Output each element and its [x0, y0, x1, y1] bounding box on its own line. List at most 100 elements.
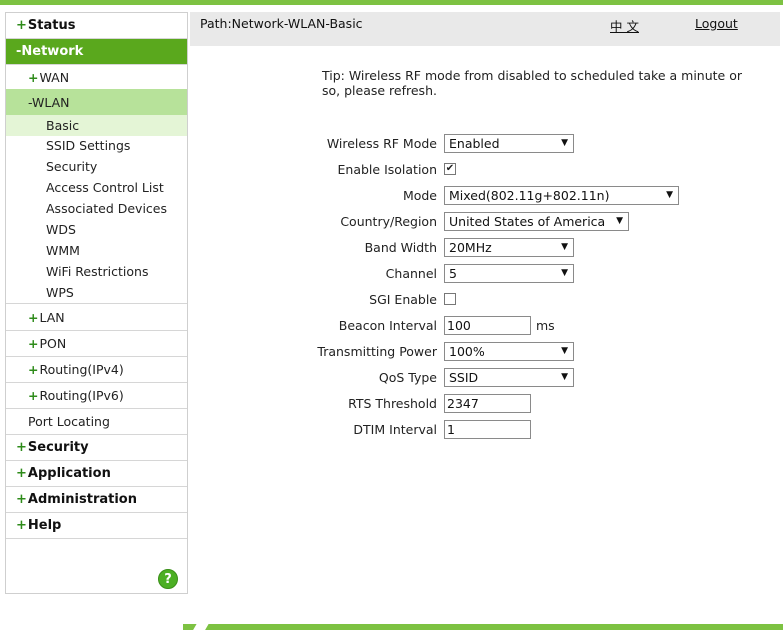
nav-security-label: Security	[27, 440, 89, 455]
rf-mode-value: Enabled	[449, 136, 500, 151]
nav-help-label: Help	[27, 518, 62, 533]
nav-wlan-associated-devices-label: Associated Devices	[46, 201, 167, 216]
bandwidth-label: Band Width	[364, 240, 437, 255]
plus-icon: +	[16, 492, 27, 507]
nav-wlan-wds-label: WDS	[46, 222, 76, 237]
plus-icon: +	[16, 466, 27, 481]
nav-wlan-acl[interactable]: Access Control List	[6, 177, 187, 198]
bandwidth-select[interactable]: 20MHz ▼	[444, 238, 574, 257]
nav-wlan-security-label: Security	[46, 159, 98, 174]
nav-help[interactable]: + Help	[6, 513, 187, 539]
triangle-down-icon: ▼	[616, 216, 623, 226]
beacon-input[interactable]: 100	[444, 316, 531, 335]
nav-wlan-security[interactable]: Security	[6, 156, 187, 177]
tip-text: Tip: Wireless RF mode from disabled to s…	[322, 68, 742, 98]
triangle-down-icon: ▼	[561, 268, 568, 278]
bottom-accent-bar	[183, 624, 783, 630]
nav-wlan-wmm[interactable]: WMM	[6, 240, 187, 261]
nav-wlan-wds[interactable]: WDS	[6, 219, 187, 240]
plus-icon: +	[28, 336, 39, 351]
beacon-unit: ms	[536, 318, 555, 333]
country-select[interactable]: United States of America ▼	[444, 212, 629, 231]
nav-wlan-ssid-settings-label: SSID Settings	[46, 138, 131, 153]
nav-wlan-ssid-settings[interactable]: SSID Settings	[6, 135, 187, 156]
triangle-down-icon: ▼	[561, 242, 568, 252]
tx-power-value: 100%	[449, 344, 485, 359]
nav-routing-ipv4-label: Routing(IPv4)	[39, 362, 124, 377]
logout-link[interactable]: Logout	[695, 16, 738, 31]
isolation-checkbox[interactable]: ✔	[444, 163, 456, 175]
mode-label: Mode	[402, 188, 437, 203]
nav-routing-ipv4[interactable]: + Routing(IPv4)	[6, 357, 187, 383]
nav-wlan-wifi-restrictions[interactable]: WiFi Restrictions	[6, 261, 187, 282]
nav-wlan-basic[interactable]: Basic	[6, 115, 187, 136]
qos-value: SSID	[449, 370, 479, 385]
nav-wlan-acl-label: Access Control List	[46, 180, 164, 195]
help-circle-icon[interactable]: ?	[158, 569, 178, 589]
nav-security[interactable]: + Security	[6, 435, 187, 461]
nav-pon-label: PON	[39, 336, 67, 351]
mode-select[interactable]: Mixed(802.11g+802.11n) ▼	[444, 186, 679, 205]
plus-icon: +	[16, 518, 27, 533]
qos-select[interactable]: SSID ▼	[444, 368, 574, 387]
rf-mode-label: Wireless RF Mode	[326, 136, 437, 151]
top-accent-bar	[0, 0, 783, 5]
language-link[interactable]: 中 文	[610, 16, 639, 35]
mode-value: Mixed(802.11g+802.11n)	[449, 188, 610, 203]
nav-application[interactable]: + Application	[6, 461, 187, 487]
sgi-checkbox[interactable]	[444, 293, 456, 305]
nav-pon[interactable]: + PON	[6, 331, 187, 357]
country-value: United States of America	[449, 214, 606, 229]
nav-wlan-basic-label: Basic	[46, 118, 80, 133]
triangle-down-icon: ▼	[666, 190, 673, 200]
nav-wlan-wps[interactable]: WPS	[6, 282, 187, 304]
nav-wlan-wps-label: WPS	[46, 285, 74, 300]
plus-icon: +	[28, 70, 39, 85]
nav-network-label: -Network	[16, 44, 84, 59]
nav-port-locating-label: Port Locating	[28, 414, 110, 429]
isolation-label: Enable Isolation	[337, 162, 437, 177]
channel-value: 5	[449, 266, 457, 281]
breadcrumb: Path:Network-WLAN-Basic	[200, 16, 363, 31]
rts-input[interactable]: 2347	[444, 394, 531, 413]
sgi-label: SGI Enable	[369, 292, 437, 307]
nav-wlan-wmm-label: WMM	[46, 243, 80, 258]
plus-icon: +	[28, 362, 39, 377]
beacon-label: Beacon Interval	[338, 318, 437, 333]
nav-wlan-associated-devices[interactable]: Associated Devices	[6, 198, 187, 219]
bandwidth-value: 20MHz	[449, 240, 492, 255]
dtim-label: DTIM Interval	[353, 422, 437, 437]
plus-icon: +	[28, 388, 39, 403]
nav-administration[interactable]: + Administration	[6, 487, 187, 513]
dtim-input[interactable]: 1	[444, 420, 531, 439]
nav-wlan-wifi-restrictions-label: WiFi Restrictions	[46, 264, 149, 279]
plus-icon: +	[16, 440, 27, 455]
nav-lan[interactable]: + LAN	[6, 305, 187, 331]
triangle-down-icon: ▼	[561, 346, 568, 356]
nav-administration-label: Administration	[27, 492, 137, 507]
nav-wlan[interactable]: -WLAN	[6, 89, 187, 115]
sidebar: + Status -Network + WAN -WLAN Basic SSID S…	[5, 12, 188, 594]
nav-status[interactable]: + Status	[6, 13, 187, 39]
qos-label: QoS Type	[378, 370, 437, 385]
channel-select[interactable]: 5 ▼	[444, 264, 574, 283]
country-label: Country/Region	[340, 214, 437, 229]
nav-routing-ipv6[interactable]: + Routing(IPv6)	[6, 383, 187, 409]
rts-label: RTS Threshold	[348, 396, 437, 411]
channel-label: Channel	[385, 266, 437, 281]
tx-power-select[interactable]: 100% ▼	[444, 342, 574, 361]
nav-application-label: Application	[27, 466, 111, 481]
nav-network[interactable]: -Network	[6, 39, 187, 65]
tx-power-label: Transmitting Power	[317, 344, 437, 359]
triangle-down-icon: ▼	[561, 372, 568, 382]
nav-port-locating[interactable]: Port Locating	[6, 409, 187, 435]
rf-mode-select[interactable]: Enabled ▼	[444, 134, 574, 153]
nav-wan-label: WAN	[39, 70, 70, 85]
nav-lan-label: LAN	[39, 310, 65, 325]
page-header: Path:Network-WLAN-Basic 中 文 Logout	[190, 12, 780, 46]
plus-icon: +	[16, 18, 27, 33]
nav-status-label: Status	[27, 18, 76, 33]
nav-wlan-label: -WLAN	[28, 94, 70, 110]
nav-wan[interactable]: + WAN	[6, 65, 187, 91]
nav-routing-ipv6-label: Routing(IPv6)	[39, 388, 124, 403]
